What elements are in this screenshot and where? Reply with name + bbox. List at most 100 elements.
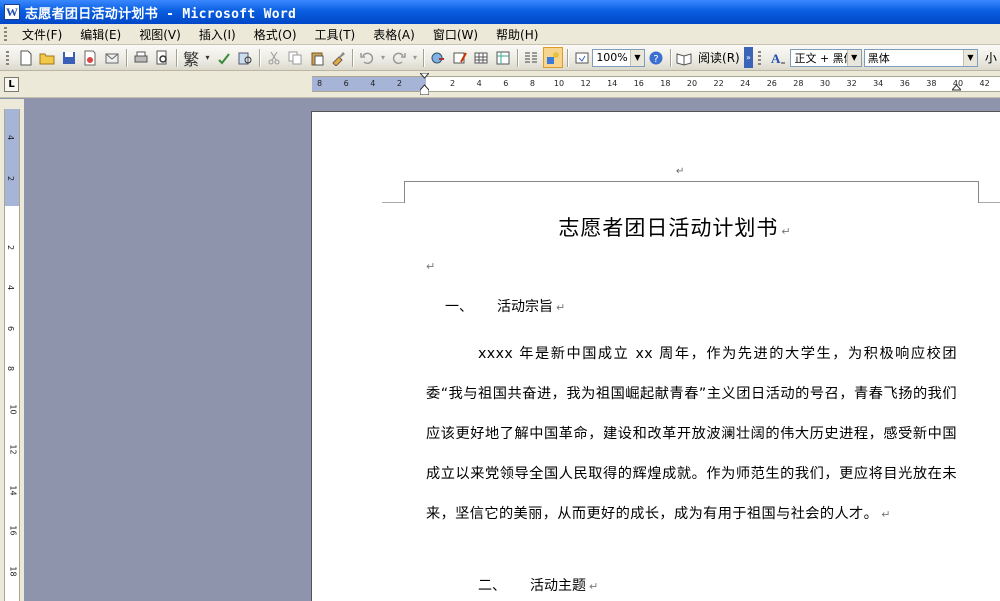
chevron-down-icon[interactable]: ▼ bbox=[629, 49, 644, 66]
menu-tools[interactable]: 工具(T) bbox=[306, 26, 365, 43]
word-icon[interactable]: W bbox=[4, 4, 20, 20]
undo-dropdown-arrow[interactable]: ▾ bbox=[379, 47, 387, 68]
document-map-button[interactable] bbox=[572, 47, 592, 68]
ruler-number: 6 bbox=[503, 79, 509, 88]
section-1-number: 一、 bbox=[445, 299, 473, 315]
menu-window[interactable]: 窗口(W) bbox=[424, 26, 487, 43]
styles-formatting-button[interactable]: A bbox=[768, 47, 788, 68]
ruler-number: 10 bbox=[553, 79, 565, 88]
vertical-ruler[interactable]: 422468101214161820 bbox=[4, 109, 20, 601]
menu-view[interactable]: 视图(V) bbox=[130, 26, 190, 43]
copy-icon bbox=[288, 51, 302, 64]
menu-grip[interactable] bbox=[4, 27, 7, 41]
menu-insert[interactable]: 插入(I) bbox=[190, 26, 245, 43]
print-preview-button[interactable] bbox=[152, 47, 172, 68]
section-heading-1[interactable]: 一、 活动宗旨 ↵ bbox=[445, 296, 565, 316]
printer-icon bbox=[134, 51, 147, 62]
ruler-number: 4 bbox=[370, 79, 376, 88]
columns-button[interactable] bbox=[521, 47, 541, 68]
redo-button[interactable] bbox=[389, 47, 409, 68]
ruler-number: 36 bbox=[899, 79, 910, 88]
toolbar-separator bbox=[566, 48, 568, 67]
traditional-dropdown-arrow[interactable]: ▾ bbox=[203, 47, 211, 68]
insert-table-button[interactable] bbox=[471, 47, 491, 68]
toolbar-options-arrow[interactable]: » bbox=[743, 47, 754, 68]
menu-edit[interactable]: 编辑(E) bbox=[71, 26, 130, 43]
svg-text:A: A bbox=[771, 51, 781, 66]
undo-button[interactable] bbox=[357, 47, 377, 68]
menu-file[interactable]: 文件(F) bbox=[13, 26, 71, 43]
hyperlink-button[interactable] bbox=[428, 47, 448, 68]
section-2-number: 二、 bbox=[478, 578, 506, 594]
vertical-ruler-number: 2 bbox=[6, 244, 16, 250]
font-combo[interactable]: 黑体 ▼ bbox=[863, 48, 978, 67]
first-line-indent-marker[interactable] bbox=[420, 73, 429, 95]
style-combo[interactable]: 正文 + 黑体 ▼ bbox=[790, 48, 862, 67]
ruler-number: 2 bbox=[450, 79, 456, 88]
menu-format[interactable]: 格式(O) bbox=[245, 26, 306, 43]
open-button[interactable] bbox=[37, 47, 57, 68]
email-button[interactable] bbox=[102, 47, 122, 68]
print-preview-icon bbox=[156, 50, 167, 64]
undo-icon bbox=[360, 52, 374, 64]
font-size-combo[interactable]: 小 bbox=[982, 49, 1000, 66]
zoom-combo[interactable]: 100% ▼ bbox=[592, 48, 645, 67]
vertical-ruler-number: 12 bbox=[8, 444, 18, 455]
title-bar[interactable]: W 志愿者团日活动计划书 - Microsoft Word bbox=[0, 0, 1000, 24]
body-paragraph[interactable]: xxxx 年是新中国成立 xx 周年，作为先进的大学生，为积极响应校团委“我与祖… bbox=[426, 334, 957, 535]
copy-button[interactable] bbox=[285, 47, 305, 68]
empty-paragraph-mark: ↵ bbox=[426, 260, 436, 273]
redo-dropdown-arrow[interactable]: ▾ bbox=[411, 47, 419, 68]
styles-formatting-icon: A bbox=[771, 51, 785, 66]
redo-icon bbox=[392, 52, 406, 64]
research-icon bbox=[238, 52, 252, 64]
document-workspace[interactable]: ↵ 志愿者团日活动计划书 ↵ ↵ 一、 活动宗旨 ↵ xxxx 年是新中国成立 xx … bbox=[24, 99, 1000, 601]
ruler-number: 42 bbox=[979, 79, 990, 88]
tables-borders-button[interactable] bbox=[450, 47, 470, 68]
cut-button[interactable] bbox=[264, 47, 284, 68]
header-rule-left bbox=[382, 202, 404, 203]
help-icon: ? bbox=[649, 51, 663, 65]
ruler-number: 38 bbox=[926, 79, 937, 88]
new-document-button[interactable] bbox=[16, 47, 36, 68]
chevron-down-icon[interactable]: ▼ bbox=[846, 49, 861, 66]
zoom-value: 100% bbox=[596, 51, 628, 64]
document-page[interactable]: ↵ 志愿者团日活动计划书 ↵ ↵ 一、 活动宗旨 ↵ xxxx 年是新中国成立 xx … bbox=[311, 111, 1000, 601]
spelling-icon bbox=[217, 52, 230, 65]
paragraph-mark: ↵ bbox=[881, 508, 891, 521]
drawing-button[interactable] bbox=[543, 47, 563, 68]
horizontal-ruler[interactable]: 8 6 4 2 2 4 6 8 10 12 14 16 18 20 22 24 26 28 30 32 34 36 38 40… bbox=[312, 73, 1000, 95]
vertical-ruler-number: 6 bbox=[6, 325, 16, 331]
traditional-chinese-button[interactable]: 繁 bbox=[181, 47, 202, 69]
vertical-ruler-number: 8 bbox=[6, 365, 16, 372]
help-button[interactable]: ? bbox=[646, 47, 666, 68]
menu-table[interactable]: 表格(A) bbox=[364, 26, 424, 43]
header-area[interactable] bbox=[404, 181, 979, 203]
read-mode-button[interactable]: 阅读(R) bbox=[695, 49, 743, 66]
insert-excel-button[interactable] bbox=[493, 47, 513, 68]
research-button[interactable] bbox=[235, 47, 255, 68]
read-mode-icon-button[interactable] bbox=[674, 47, 694, 68]
menu-help[interactable]: 帮助(H) bbox=[487, 26, 547, 43]
save-button[interactable] bbox=[59, 47, 79, 68]
ruler-number: 8 bbox=[529, 79, 535, 88]
new-document-icon bbox=[20, 50, 32, 65]
vertical-ruler-top-margin bbox=[5, 109, 19, 206]
paragraph-mark: ↵ bbox=[589, 580, 599, 593]
permission-button[interactable] bbox=[81, 47, 101, 68]
toolbar-separator bbox=[175, 48, 177, 67]
format-painter-button[interactable] bbox=[329, 47, 349, 68]
print-button[interactable] bbox=[131, 47, 151, 68]
toolbar-grip[interactable] bbox=[6, 50, 9, 65]
section-heading-2[interactable]: 二、 活动主题 ↵ bbox=[478, 575, 598, 595]
formatting-toolbar-grip[interactable] bbox=[758, 50, 761, 65]
chevron-down-icon[interactable]: ▼ bbox=[962, 49, 977, 66]
document-map-icon bbox=[575, 52, 589, 63]
ruler-number: 12 bbox=[580, 79, 591, 88]
columns-icon bbox=[525, 52, 538, 62]
paste-button[interactable] bbox=[307, 47, 327, 68]
document-title[interactable]: 志愿者团日活动计划书 ↵ bbox=[312, 212, 1000, 242]
right-indent-marker[interactable] bbox=[952, 73, 961, 95]
spelling-button[interactable] bbox=[214, 47, 234, 68]
tab-selector-button[interactable]: L bbox=[4, 77, 19, 92]
